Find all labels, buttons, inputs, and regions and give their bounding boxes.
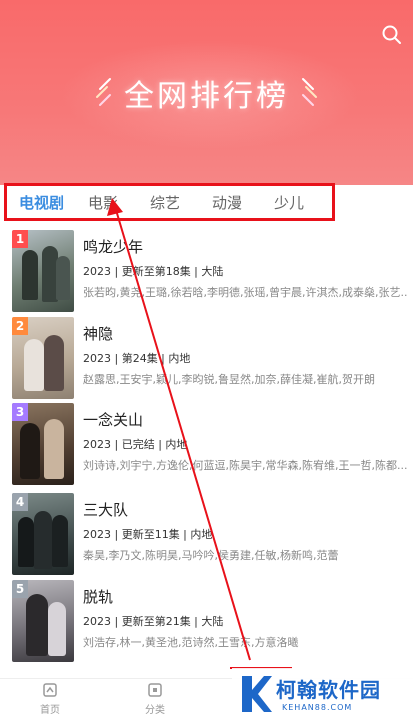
item-meta: 2023 | 更新至第18集 | 大陆	[83, 265, 224, 278]
category-icon	[148, 683, 162, 697]
item-cast: 张若昀,黄尧,王璐,徐若晗,李明德,张瑶,曾宇晨,许淇杰,成泰燊,张艺...	[83, 286, 408, 299]
item-title: 一念关山	[83, 411, 144, 429]
watermark-name: 柯翰软件园	[276, 678, 381, 702]
home-icon	[43, 683, 57, 697]
item-title: 脱轨	[83, 588, 114, 606]
tabbar-home[interactable]: 首页	[20, 681, 80, 720]
rank-badge: 5	[12, 580, 28, 598]
tab-anime[interactable]: 动漫	[212, 192, 242, 213]
tabbar-category-label: 分类	[145, 705, 165, 716]
item-meta: 2023 | 更新至11集 | 内地	[83, 528, 213, 541]
poster-image: 2	[12, 317, 74, 399]
page-title: 全网排行榜	[124, 79, 289, 114]
item-title: 神隐	[83, 325, 114, 343]
poster-image: 5	[12, 580, 74, 662]
list-item[interactable]: 4 三大队 2023 | 更新至11集 | 内地 秦昊,李乃文,陈明昊,马吟吟,…	[0, 493, 413, 581]
sparkle-icon	[302, 78, 317, 106]
item-cast: 刘浩存,林一,黄圣池,范诗然,王雪东,方意洛曦	[83, 636, 299, 649]
rank-badge: 3	[12, 403, 28, 421]
list-item[interactable]: 2 神隐 2023 | 第24集 | 内地 赵露思,王安宇,颖儿,李昀锐,鲁昱然…	[0, 317, 413, 405]
item-meta: 2023 | 已完结 | 内地	[83, 438, 188, 451]
watermark-url: KEHAN88.COM	[282, 703, 353, 712]
header-banner: 全网排行榜	[0, 0, 413, 185]
search-button[interactable]	[381, 24, 403, 46]
item-cast: 刘诗诗,刘宇宁,方逸伦,何蓝逗,陈昊宇,常华森,陈宥维,王一哲,陈都...	[83, 459, 408, 472]
tab-tv[interactable]: 电视剧	[19, 192, 64, 213]
page-title-wrap: 全网排行榜	[0, 68, 413, 118]
sparkle-icon	[96, 78, 111, 106]
tab-movie[interactable]: 电影	[88, 192, 118, 213]
watermark-logo-icon	[242, 676, 272, 712]
item-title: 鸣龙少年	[83, 238, 144, 256]
item-meta: 2023 | 更新至第21集 | 大陆	[83, 615, 224, 628]
item-cast: 秦昊,李乃文,陈明昊,马吟吟,侯勇建,任敏,杨新鸣,范蕾	[83, 549, 339, 562]
list-item[interactable]: 3 一念关山 2023 | 已完结 | 内地 刘诗诗,刘宇宁,方逸伦,何蓝逗,陈…	[0, 403, 413, 491]
item-meta: 2023 | 第24集 | 内地	[83, 352, 191, 365]
tab-variety[interactable]: 综艺	[150, 192, 180, 213]
tabbar-category[interactable]: 分类	[125, 681, 185, 720]
item-cast: 赵露思,王安宇,颖儿,李昀锐,鲁昱然,加奈,薛佳凝,崔航,贺开朗	[83, 373, 375, 386]
rank-badge: 1	[12, 230, 28, 248]
poster-image: 1	[12, 230, 74, 312]
watermark: 柯翰软件园 KEHAN88.COM	[232, 668, 413, 720]
list-item[interactable]: 5 脱轨 2023 | 更新至第21集 | 大陆 刘浩存,林一,黄圣池,范诗然,…	[0, 580, 413, 668]
rank-badge: 4	[12, 493, 28, 511]
search-icon	[382, 25, 401, 44]
rank-badge: 2	[12, 317, 28, 335]
item-title: 三大队	[83, 501, 129, 519]
list-item[interactable]: 1 鸣龙少年 2023 | 更新至第18集 | 大陆 张若昀,黄尧,王璐,徐若晗…	[0, 230, 413, 318]
tabbar-home-label: 首页	[40, 705, 60, 716]
tab-kids[interactable]: 少儿	[274, 192, 304, 213]
poster-image: 3	[12, 403, 74, 485]
poster-image: 4	[12, 493, 74, 575]
category-tabs: 电视剧 电影 综艺 动漫 少儿	[7, 186, 332, 218]
